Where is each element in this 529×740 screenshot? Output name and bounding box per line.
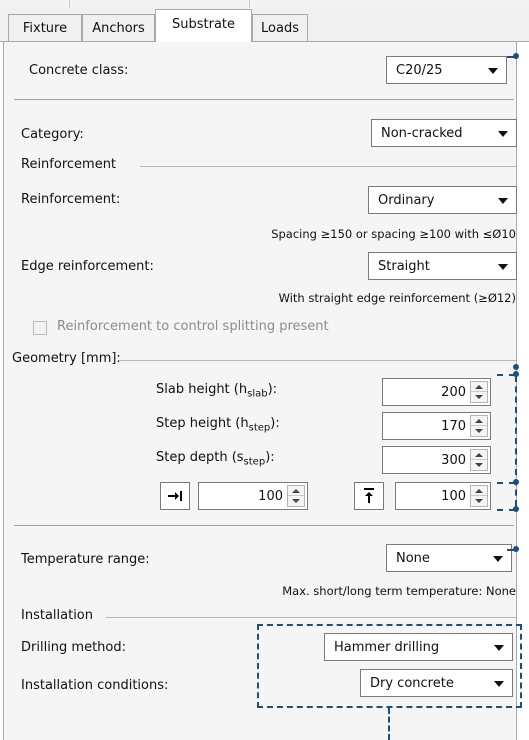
arrow-up-to-bar-icon xyxy=(364,488,374,503)
concrete-divider xyxy=(14,99,514,100)
edge-distance-x-input[interactable]: 100 xyxy=(198,482,308,510)
category-select[interactable]: Non-cracked xyxy=(371,119,517,147)
annotation-leader xyxy=(507,549,515,551)
reinforcement-label: Reinforcement: xyxy=(21,192,121,207)
reinforcement-section-title: Reinforcement xyxy=(21,157,117,172)
reinforcement-section-line xyxy=(140,166,517,167)
step-depth-label-end: ): xyxy=(265,450,275,465)
temperature-label: Temperature range: xyxy=(21,552,150,567)
tab-substrate[interactable]: Substrate xyxy=(155,9,252,42)
temperature-value: None xyxy=(396,550,430,566)
spin-up-icon[interactable] xyxy=(288,486,304,496)
temperature-select[interactable]: None xyxy=(386,544,512,572)
reinforcement-note: Spacing ≥150 or spacing ≥100 with ≤Ø10 xyxy=(271,227,516,241)
concrete-class-value: C20/25 xyxy=(396,62,443,78)
step-height-label-end: ): xyxy=(270,416,280,431)
spin-up-icon[interactable] xyxy=(471,382,487,392)
annotation-leader xyxy=(497,482,515,484)
step-height-label-text: Step height (h xyxy=(156,416,249,431)
reinforcement-select[interactable]: Ordinary xyxy=(368,186,517,214)
step-depth-label: Step depth (sstep): xyxy=(156,450,275,468)
concrete-class-select[interactable]: C20/25 xyxy=(386,56,507,84)
tab-label: Substrate xyxy=(171,16,236,32)
tab-label: Fixture xyxy=(22,20,68,36)
edge-distance-x-value: 100 xyxy=(258,488,283,504)
geometry-section-title: Geometry [mm]: xyxy=(12,351,121,366)
spin-down-icon[interactable] xyxy=(471,392,487,402)
spin-down-icon[interactable] xyxy=(471,496,487,506)
installation-highlight-box xyxy=(257,624,522,708)
category-value: Non-cracked xyxy=(381,125,463,141)
step-height-spinner[interactable] xyxy=(470,415,488,437)
edge-reinforcement-label: Edge reinforcement: xyxy=(21,259,154,274)
spin-up-icon[interactable] xyxy=(471,486,487,496)
step-depth-spinner[interactable] xyxy=(470,449,488,471)
geometry-section-line xyxy=(120,360,517,361)
edge-reinforcement-value: Straight xyxy=(378,258,430,274)
annotation-leader xyxy=(515,376,517,506)
edge-distance-y-value: 100 xyxy=(441,488,466,504)
slab-height-subscript: slab xyxy=(247,388,268,400)
tab-fixture[interactable]: Fixture xyxy=(8,14,82,41)
step-depth-input[interactable]: 300 xyxy=(382,446,491,474)
edge-reinforcement-select[interactable]: Straight xyxy=(368,252,517,280)
spin-down-icon[interactable] xyxy=(471,460,487,470)
chevron-down-icon xyxy=(488,68,498,74)
step-height-value: 170 xyxy=(441,418,466,434)
step-height-label: Step height (hstep): xyxy=(156,416,280,434)
concrete-class-label: Concrete class: xyxy=(29,63,129,78)
step-depth-subscript: step xyxy=(243,456,266,468)
spin-down-icon[interactable] xyxy=(288,496,304,506)
drilling-method-label: Drilling method: xyxy=(21,640,127,655)
spin-up-icon[interactable] xyxy=(471,450,487,460)
annotation-leader xyxy=(388,708,390,740)
edge-distance-y-spinner[interactable] xyxy=(470,485,488,507)
annotation-leader xyxy=(497,509,515,511)
annotation-dot xyxy=(513,364,519,370)
installation-section-line xyxy=(106,617,517,618)
tab-label: Loads xyxy=(261,20,299,36)
tab-anchors[interactable]: Anchors xyxy=(82,14,155,41)
chevron-down-icon xyxy=(493,556,503,562)
geometry-divider xyxy=(14,525,514,526)
reinforcement-value: Ordinary xyxy=(378,192,435,208)
slab-height-spinner[interactable] xyxy=(470,381,488,403)
arrow-right-to-bar-icon xyxy=(168,491,182,501)
chevron-down-icon xyxy=(498,264,508,270)
slab-height-label: Slab height (hslab): xyxy=(156,382,277,400)
splitting-checkbox[interactable] xyxy=(33,321,47,335)
slab-height-input[interactable]: 200 xyxy=(382,378,491,406)
slab-height-label-text: Slab height (h xyxy=(156,382,248,397)
step-depth-value: 300 xyxy=(441,452,466,468)
temperature-note: Max. short/long term temperature: None xyxy=(282,584,516,598)
slab-height-label-end: ): xyxy=(267,382,278,397)
splitting-label: Reinforcement to control splitting prese… xyxy=(57,319,329,334)
annotation-leader xyxy=(507,56,515,58)
installation-section-title: Installation xyxy=(21,608,94,623)
spin-down-icon[interactable] xyxy=(471,426,487,436)
step-depth-label-text: Step depth (s xyxy=(156,450,244,465)
category-label: Category: xyxy=(21,127,84,142)
annotation-leader xyxy=(497,374,515,376)
tab-loads[interactable]: Loads xyxy=(252,14,308,41)
spin-up-icon[interactable] xyxy=(471,416,487,426)
edge-distance-x-spinner[interactable] xyxy=(287,485,305,507)
step-height-input[interactable]: 170 xyxy=(382,412,491,440)
step-height-subscript: step xyxy=(248,422,271,434)
slab-height-value: 200 xyxy=(441,384,466,400)
edge-distance-y-button[interactable] xyxy=(354,482,384,510)
chevron-down-icon xyxy=(498,198,508,204)
edge-distance-x-button[interactable] xyxy=(160,482,190,510)
top-strip xyxy=(0,0,529,8)
edge-reinforcement-note: With straight edge reinforcement (≥Ø12) xyxy=(278,291,516,305)
edge-distance-y-input[interactable]: 100 xyxy=(395,482,491,510)
tab-label: Anchors xyxy=(92,20,145,36)
installation-conditions-label: Installation conditions: xyxy=(21,678,169,693)
chevron-down-icon xyxy=(498,131,508,137)
